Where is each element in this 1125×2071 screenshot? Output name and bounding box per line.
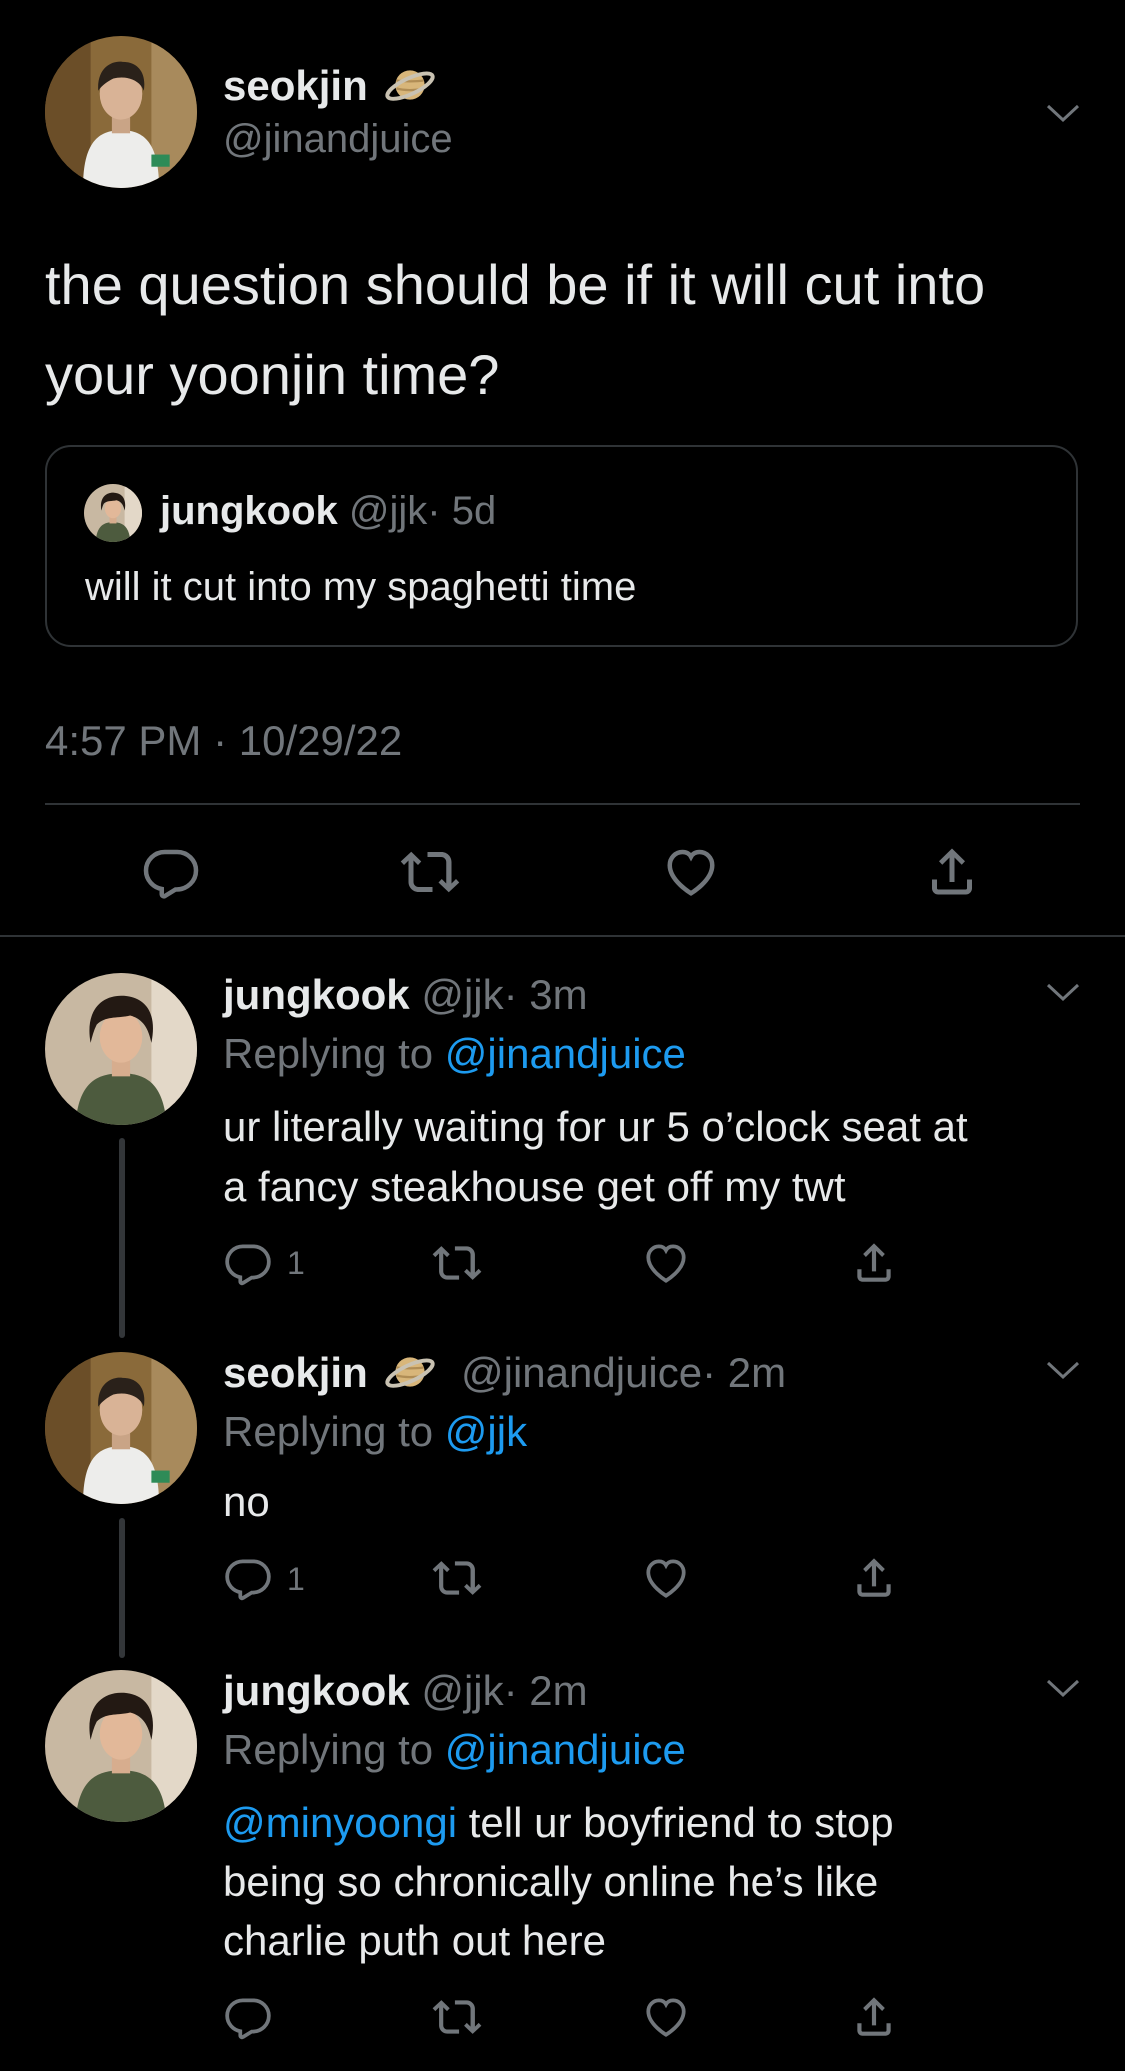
display-name[interactable]: jungkook bbox=[223, 1667, 410, 1714]
thread-line bbox=[119, 1138, 125, 1338]
chevron-down-icon[interactable] bbox=[1045, 1676, 1081, 1700]
share-icon[interactable] bbox=[849, 1553, 899, 1603]
saturn-emoji-icon bbox=[383, 1345, 437, 1399]
share-icon[interactable] bbox=[922, 842, 982, 902]
tweet-text-line: your yoonjin time? bbox=[45, 343, 500, 406]
replying-to: Replying to @jinandjuice bbox=[223, 1726, 686, 1774]
display-name[interactable]: jungkook bbox=[223, 971, 410, 1018]
timestamp: · 2m bbox=[702, 1349, 787, 1396]
replying-prefix: Replying to bbox=[223, 1726, 445, 1773]
replying-prefix: Replying to bbox=[223, 1408, 445, 1455]
saturn-emoji-icon bbox=[383, 58, 437, 112]
retweet-icon[interactable] bbox=[400, 842, 460, 902]
display-name[interactable]: seokjin bbox=[223, 1349, 368, 1396]
reply-header: jungkook @jjk· 3m bbox=[223, 971, 588, 1019]
handle[interactable]: @jinandjuice bbox=[461, 1349, 702, 1396]
reply-text-line: charlie puth out here bbox=[223, 1917, 606, 1964]
share-icon[interactable] bbox=[849, 1238, 899, 1288]
reply-text-line: being so chronically online he’s like bbox=[223, 1858, 879, 1905]
mention-link[interactable]: @jjk bbox=[445, 1408, 527, 1455]
retweet-icon[interactable] bbox=[432, 1553, 482, 1603]
avatar[interactable] bbox=[45, 1352, 197, 1504]
retweet-icon[interactable] bbox=[432, 1238, 482, 1288]
thread-line bbox=[119, 1518, 125, 1658]
divider bbox=[45, 803, 1080, 805]
tweet-timestamp[interactable]: 4:57 PM · 10/29/22 bbox=[45, 717, 402, 765]
heart-icon[interactable] bbox=[661, 842, 721, 902]
chevron-down-icon[interactable] bbox=[1045, 101, 1081, 125]
handle: @jjk bbox=[348, 489, 428, 533]
heart-icon[interactable] bbox=[641, 1553, 691, 1603]
reply-text-line: ur literally waiting for ur 5 o’clock se… bbox=[223, 1103, 968, 1150]
mention-link[interactable]: @jinandjuice bbox=[445, 1030, 686, 1077]
handle[interactable]: @jjk bbox=[421, 971, 503, 1018]
timestamp: · 2m bbox=[503, 1667, 588, 1714]
reply-text: no bbox=[223, 1478, 270, 1525]
reply-icon[interactable] bbox=[223, 1553, 273, 1603]
replying-prefix: Replying to bbox=[223, 1030, 445, 1077]
reply-text-line: a fancy steakhouse get off my twt bbox=[223, 1163, 846, 1210]
reply-header: jungkook @jjk· 2m bbox=[223, 1667, 588, 1715]
timestamp: · 5d bbox=[427, 489, 497, 533]
display-name: jungkook bbox=[160, 489, 338, 533]
retweet-icon[interactable] bbox=[432, 1992, 482, 2042]
chevron-down-icon[interactable] bbox=[1045, 980, 1081, 1004]
reply-text-segment: tell ur boyfriend to stop bbox=[457, 1799, 894, 1846]
display-name[interactable]: seokjin bbox=[223, 62, 368, 110]
avatar[interactable] bbox=[45, 1670, 197, 1822]
mention-link[interactable]: @jinandjuice bbox=[445, 1726, 686, 1773]
quoted-text: will it cut into my spaghetti time bbox=[85, 565, 637, 609]
timestamp: · 3m bbox=[503, 971, 588, 1018]
reply-count: 1 bbox=[287, 1561, 305, 1597]
avatar bbox=[84, 484, 142, 542]
reply-handle-time: @jinandjuice· 2m bbox=[461, 1349, 786, 1397]
tweet-text: the question should be if it will cut in… bbox=[45, 240, 985, 420]
handle[interactable]: @jjk bbox=[421, 1667, 503, 1714]
quoted-tweet[interactable]: jungkook @jjk· 5d will it cut into my sp… bbox=[45, 445, 1078, 647]
heart-icon[interactable] bbox=[641, 1992, 691, 2042]
share-icon[interactable] bbox=[849, 1992, 899, 2042]
replying-to: Replying to @jjk bbox=[223, 1408, 527, 1456]
heart-icon[interactable] bbox=[641, 1238, 691, 1288]
reply-header: seokjin bbox=[223, 1349, 368, 1397]
reply-count: 1 bbox=[287, 1245, 305, 1281]
tweet-text-line: the question should be if it will cut in… bbox=[45, 253, 986, 316]
reply-icon[interactable] bbox=[141, 842, 201, 902]
reply-text: ur literally waiting for ur 5 o’clock se… bbox=[223, 1097, 968, 1217]
divider bbox=[0, 935, 1125, 937]
quoted-header: jungkook @jjk· 5d bbox=[160, 489, 496, 534]
handle[interactable]: @jinandjuice bbox=[223, 117, 453, 162]
reply-text-line: @minyoongi tell ur boyfriend to stop bbox=[223, 1793, 894, 1852]
reply-text: @minyoongi tell ur boyfriend to stop bei… bbox=[223, 1793, 894, 1970]
reply-icon[interactable] bbox=[223, 1992, 273, 2042]
reply-icon[interactable] bbox=[223, 1238, 273, 1288]
avatar[interactable] bbox=[45, 973, 197, 1125]
mention-link[interactable]: @minyoongi bbox=[223, 1799, 457, 1846]
replying-to: Replying to @jinandjuice bbox=[223, 1030, 686, 1078]
chevron-down-icon[interactable] bbox=[1045, 1358, 1081, 1382]
avatar[interactable] bbox=[45, 36, 197, 188]
